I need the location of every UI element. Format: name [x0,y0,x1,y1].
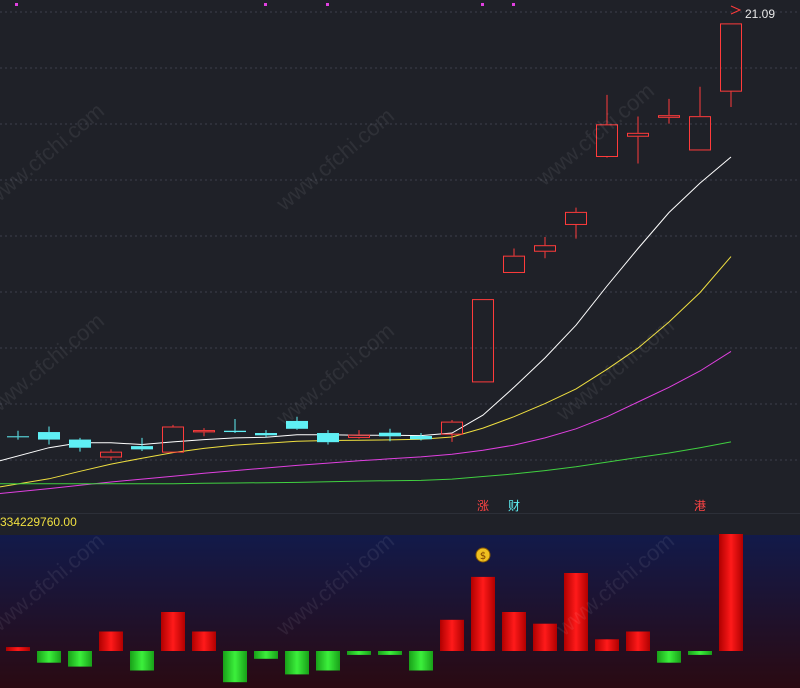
top-dot [481,3,484,6]
candle-body [7,436,29,438]
top-dot [264,3,267,6]
event-marker: 财 [508,499,520,513]
volume-bar [409,651,433,671]
volume-bar [533,623,557,651]
volume-bar [719,534,743,651]
volume-bar [626,631,650,651]
volume-bar [378,651,402,655]
price-high-label: 21.09 [745,7,775,21]
volume-bar [37,651,61,663]
volume-bar [502,612,526,651]
volume-bar [285,651,309,675]
candle-body [69,439,91,448]
candle-body [224,430,246,433]
volume-bar [440,619,464,651]
candle-body [379,432,401,437]
candle-body [255,433,277,436]
stock-chart: 21.09 涨财港 334229760.00 $ www.cfchi.com ww… [0,0,800,688]
volume-bar [688,651,712,655]
volume-panel-background [0,535,800,688]
volume-bar [6,647,30,651]
volume-bar [347,651,371,655]
volume-bar [68,651,92,667]
volume-bar [254,651,278,659]
money-bag-symbol: $ [480,551,486,562]
volume-bar [130,651,154,671]
volume-bar [657,651,681,663]
volume-bar [99,631,123,651]
volume-bar [595,639,619,651]
volume-bar [316,651,340,671]
volume-bar [223,651,247,683]
volume-bar [161,612,185,651]
volume-label-strip [0,514,800,535]
price-panel-background [0,0,800,514]
money-bag-icon: $ [475,547,491,563]
event-marker: 涨 [477,498,489,513]
candle-body [38,432,60,440]
volume-bar [471,576,495,651]
volume-value-label: 334229760.00 [0,515,77,529]
top-dot [512,3,515,6]
candle-body [317,433,339,443]
top-dot [15,3,18,6]
top-dot [326,3,329,6]
event-marker: 港 [694,499,706,513]
candle-body [410,435,432,440]
volume-bar [192,631,216,651]
candle-body [131,446,153,450]
